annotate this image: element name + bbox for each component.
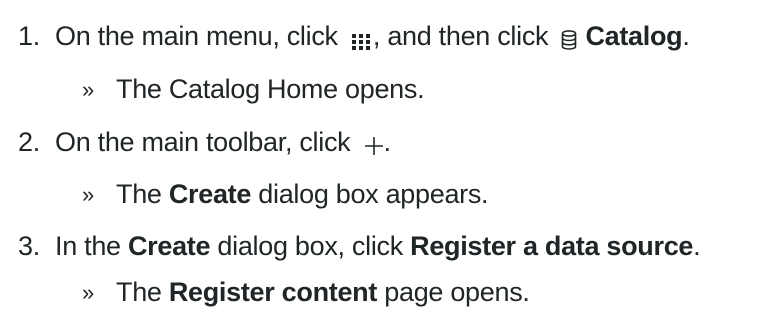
step-text: In the Create dialog box, click Register… [55, 231, 701, 261]
step-text: On the main menu, click , and then click… [55, 21, 690, 51]
result-text: The Register content page opens. [116, 277, 530, 307]
instruction-steps: 1. On the main menu, click , and then cl… [0, 0, 771, 307]
step-number: 1. [18, 21, 40, 51]
result-text: The Create dialog box appears. [116, 179, 489, 209]
result-marker: » [82, 280, 94, 305]
result-text: The Catalog Home opens. [116, 74, 425, 104]
result-marker: » [82, 77, 94, 102]
result-marker: » [82, 182, 94, 207]
step-text: On the main toolbar, click . [55, 127, 391, 157]
plus-icon [364, 131, 384, 155]
step-number: 2. [18, 127, 40, 157]
step-number: 3. [18, 231, 40, 261]
grid-icon [351, 26, 371, 50]
database-icon [561, 25, 577, 50]
